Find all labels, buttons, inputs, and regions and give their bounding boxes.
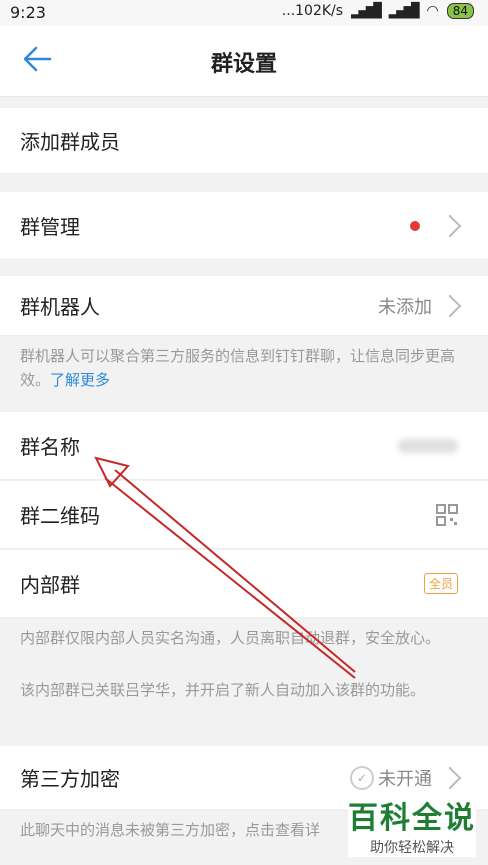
status-icons: ...102K/s ▂▄▆█ ▂▄▆█ ◠ 84: [282, 3, 474, 19]
signal-icon-2: ▂▄▆█: [388, 3, 420, 19]
signal-icon: ▂▄▆█: [351, 3, 382, 19]
all-members-badge: 全员: [423, 573, 458, 594]
status-time: 9:23: [10, 3, 46, 22]
encrypt-value: 未开通: [378, 768, 432, 790]
red-dot-badge: [410, 220, 420, 231]
qrcode-icon: [436, 503, 458, 526]
add-member-label: 添加群成员: [20, 130, 120, 154]
watermark-title: 百科全说: [348, 793, 476, 837]
robot-description: 群机器人可以聚合第三方服务的信息到钉钉群聊，让信息同步更高效。了解更多: [0, 344, 488, 392]
wifi-icon: ◠: [426, 3, 439, 19]
internal-desc-1: 内部群仅限内部人员实名沟通，人员离职自动退群，安全放心。: [20, 629, 441, 647]
chevron-right-icon: [438, 766, 462, 789]
battery-icon: 84: [446, 3, 474, 19]
group-manage-label: 群管理: [20, 215, 80, 239]
group-robot-label: 群机器人: [20, 295, 100, 319]
watermark-subtitle: 助你轻松解决: [348, 837, 476, 857]
status-bar: 9:23 ...102K/s ▂▄▆█ ▂▄▆█ ◠ 84: [0, 0, 488, 26]
group-robot-value: 未添加: [378, 296, 432, 318]
page-title: 群设置: [210, 52, 277, 77]
chevron-right-icon: [438, 214, 462, 237]
internal-group-label: 内部群: [20, 573, 80, 597]
shield-check-icon: ✓: [350, 765, 374, 790]
group-qrcode-row[interactable]: 群二维码: [0, 481, 488, 549]
watermark-logo: 百科全说 助你轻松解决: [348, 793, 476, 857]
top-bar: 群设置: [0, 26, 488, 97]
blurred-group-name: [398, 438, 458, 453]
group-manage-row[interactable]: 群管理: [0, 192, 488, 260]
chevron-right-icon: [438, 294, 462, 317]
add-member-row[interactable]: 添加群成员: [0, 108, 488, 174]
group-name-row[interactable]: 群名称: [0, 412, 488, 480]
encrypt-label: 第三方加密: [20, 767, 120, 791]
internal-desc-2: 该内部群已关联吕学华，并开启了新人自动加入该群的功能。: [20, 681, 426, 699]
group-robot-row[interactable]: 群机器人 未添加: [0, 276, 488, 336]
internal-group-row[interactable]: 内部群 全员: [0, 550, 488, 618]
learn-more-link[interactable]: 了解更多: [50, 371, 110, 389]
group-name-label: 群名称: [20, 435, 80, 459]
network-speed: ...102K/s: [281, 3, 344, 19]
group-qrcode-label: 群二维码: [20, 504, 100, 528]
